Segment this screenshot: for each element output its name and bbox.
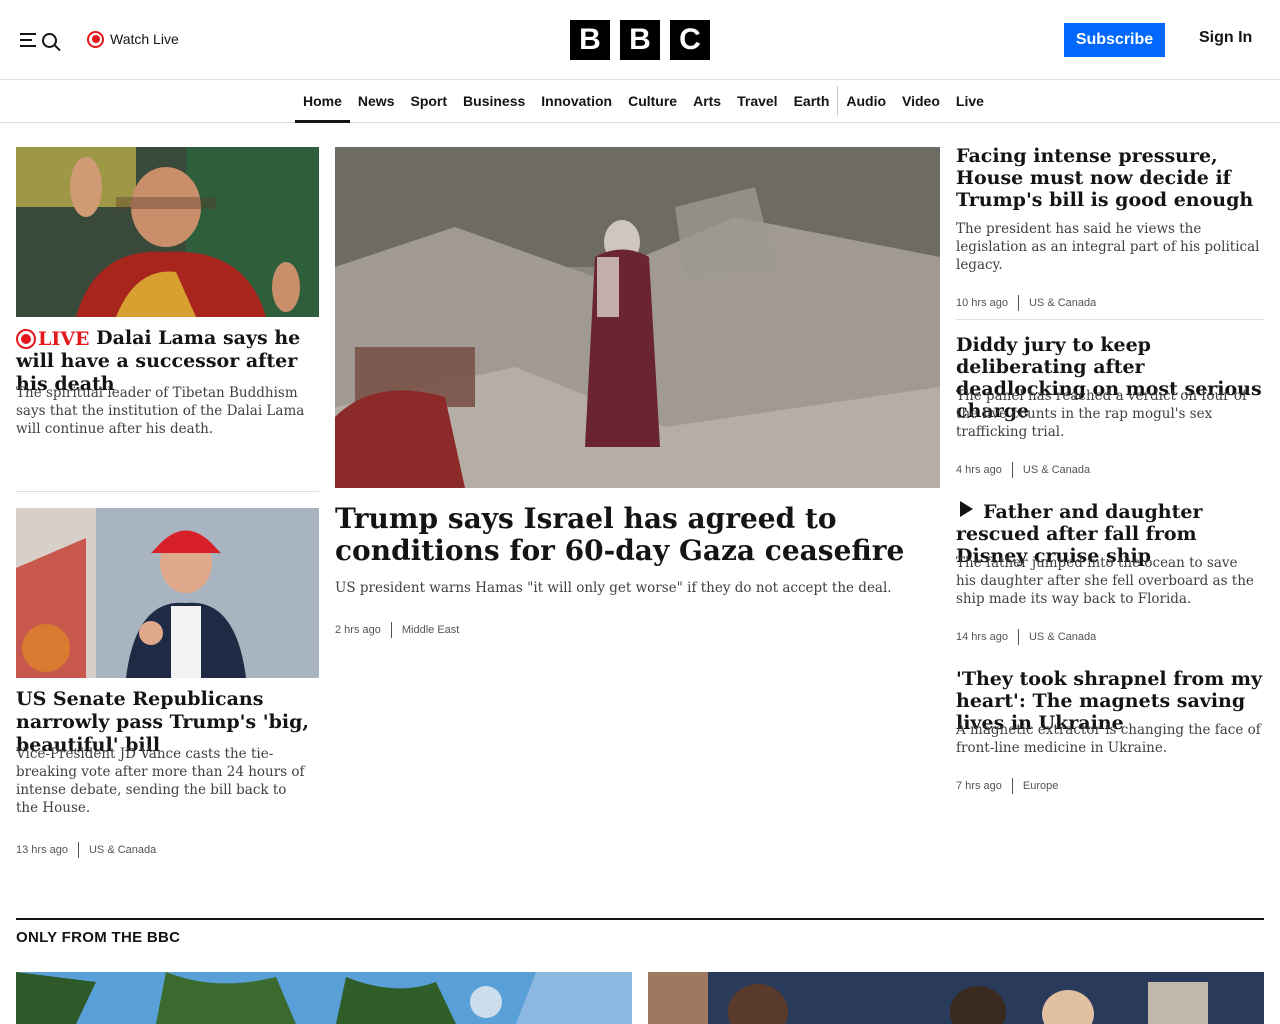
story-meta: 7 hrs ago Europe — [956, 778, 1058, 794]
search-icon — [42, 32, 57, 48]
story-summary: Vice-President JD Vance casts the tie-br… — [16, 746, 305, 816]
nav-item-travel[interactable]: Travel — [729, 80, 785, 122]
logo-letter: B — [570, 20, 610, 60]
nav-item-video[interactable]: Video — [894, 80, 948, 122]
nav-item-live[interactable]: Live — [948, 80, 992, 122]
nav-item-audio[interactable]: Audio — [838, 80, 894, 122]
story-summary: A magnetic extractor is changing the fac… — [956, 722, 1261, 756]
live-label: LIVE — [38, 327, 90, 350]
nav-item-innovation[interactable]: Innovation — [533, 80, 620, 122]
main-nav: Home News Sport Business Innovation Cult… — [0, 80, 1280, 123]
section-link[interactable]: US & Canada — [1023, 464, 1090, 476]
nav-item-arts[interactable]: Arts — [685, 80, 729, 122]
logo-letter: B — [620, 20, 660, 60]
nav-item-business[interactable]: Business — [455, 80, 533, 122]
story-summary: The panel has reached a verdict on four … — [956, 388, 1248, 440]
crowd-photo-image[interactable] — [648, 972, 1264, 1024]
section-link[interactable]: US & Canada — [89, 844, 156, 856]
story-summary: The spiritual leader of Tibetan Buddhism… — [16, 385, 305, 437]
section-link[interactable]: US & Canada — [1029, 297, 1096, 309]
gaza-rubble-image[interactable] — [335, 147, 940, 488]
watch-live-link[interactable]: Watch Live — [87, 28, 179, 50]
divider — [16, 491, 319, 492]
lead-summary: US president warns Hamas "it will only g… — [335, 580, 892, 596]
timestamp: 14 hrs ago — [956, 631, 1008, 643]
bbc-logo[interactable]: B B C — [570, 20, 710, 60]
dalai-lama-image[interactable] — [16, 147, 319, 317]
live-badge: LIVE — [16, 328, 89, 351]
trump-image[interactable] — [16, 508, 319, 678]
story-summary: The president has said he views the legi… — [956, 221, 1260, 273]
live-indicator-icon — [87, 30, 104, 48]
section-title: ONLY FROM THE BBC — [16, 929, 181, 946]
nav-item-sport[interactable]: Sport — [402, 80, 455, 122]
story-meta: 2 hrs ago Middle East — [335, 622, 459, 638]
top-header: Watch Live B B C Subscribe Sign In — [0, 0, 1280, 80]
story-meta: 10 hrs ago US & Canada — [956, 295, 1096, 311]
nav-item-culture[interactable]: Culture — [620, 80, 685, 122]
nav-item-earth[interactable]: Earth — [786, 80, 838, 122]
watch-live-label: Watch Live — [110, 31, 179, 47]
story-meta: 4 hrs ago US & Canada — [956, 462, 1090, 478]
section-link[interactable]: Europe — [1023, 780, 1058, 792]
menu-icon — [20, 33, 38, 47]
story-meta: 14 hrs ago US & Canada — [956, 629, 1096, 645]
tropical-beach-image[interactable] — [16, 972, 632, 1024]
nav-item-home[interactable]: Home — [295, 80, 350, 123]
sign-in-link[interactable]: Sign In — [1199, 29, 1252, 47]
timestamp: 4 hrs ago — [956, 464, 1002, 476]
timestamp: 13 hrs ago — [16, 844, 68, 856]
lead-headline[interactable]: Trump says Israel has agreed to conditio… — [335, 503, 945, 567]
story-headline[interactable]: Facing intense pressure, House must now … — [956, 145, 1261, 211]
live-indicator-icon — [16, 329, 36, 349]
play-icon — [960, 501, 973, 517]
story-meta: 13 hrs ago US & Canada — [16, 842, 156, 858]
nav-item-news[interactable]: News — [350, 80, 403, 122]
section-link[interactable]: Middle East — [402, 624, 459, 636]
timestamp: 2 hrs ago — [335, 624, 381, 636]
divider — [956, 319, 1264, 320]
story-summary: The father jumped into the ocean to save… — [956, 555, 1254, 607]
timestamp: 7 hrs ago — [956, 780, 1002, 792]
logo-letter: C — [670, 20, 710, 60]
section-rule — [16, 918, 1264, 920]
menu-search-button[interactable] — [20, 28, 62, 52]
subscribe-button[interactable]: Subscribe — [1064, 23, 1165, 57]
timestamp: 10 hrs ago — [956, 297, 1008, 309]
section-link[interactable]: US & Canada — [1029, 631, 1096, 643]
